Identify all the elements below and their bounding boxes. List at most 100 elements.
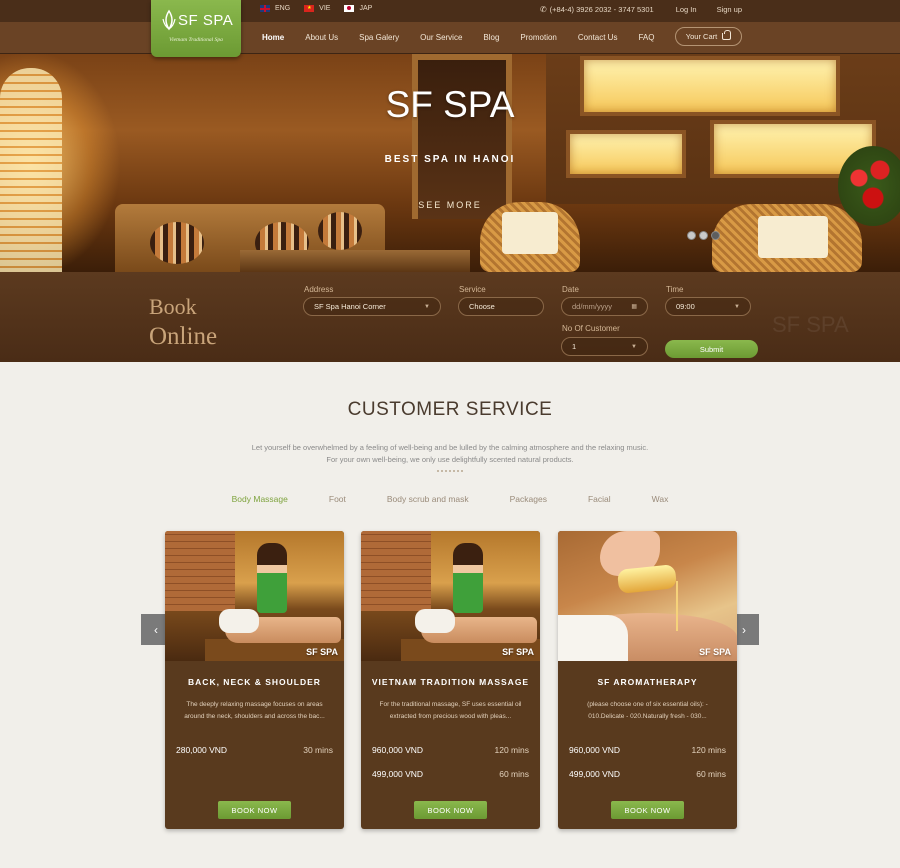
nav-faq[interactable]: FAQ bbox=[638, 33, 654, 42]
image-oil-bottle bbox=[616, 564, 678, 594]
card-title: VIETNAM TRADITION MASSAGE bbox=[371, 677, 530, 687]
duration: 60 mins bbox=[696, 769, 726, 779]
lotus-logo-icon bbox=[162, 9, 176, 31]
chevron-down-icon: ▼ bbox=[631, 343, 637, 350]
top-right-links: ✆ (+84-4) 3926 2032 - 3747 5301 Log In Si… bbox=[540, 5, 742, 14]
tab-wax[interactable]: Wax bbox=[652, 494, 669, 504]
nav-spa-galery[interactable]: Spa Galery bbox=[359, 33, 399, 42]
book-now-button[interactable]: BOOK NOW bbox=[414, 801, 487, 819]
duration: 120 mins bbox=[494, 745, 530, 755]
tab-facial[interactable]: Facial bbox=[588, 494, 611, 504]
cushion-decoration bbox=[150, 222, 204, 264]
booking-watermark: SF SPA bbox=[772, 312, 849, 337]
cart-label: Your Cart bbox=[685, 32, 718, 41]
price: 960,000 VND bbox=[372, 745, 424, 755]
image-logo: SF SPA bbox=[699, 647, 731, 657]
booking-title-line1: Book bbox=[149, 294, 197, 319]
image-wall bbox=[165, 531, 235, 611]
brand-name: SF SPA bbox=[178, 12, 234, 29]
service-label: Service bbox=[459, 285, 486, 294]
time-label: Time bbox=[666, 285, 684, 294]
address-select[interactable]: SF Spa Hanoi Corner ▼ bbox=[303, 297, 441, 316]
language-switcher: ENG VIE JAP bbox=[260, 5, 372, 12]
image-therapist bbox=[257, 543, 287, 613]
image-oil-stream bbox=[676, 581, 678, 631]
language-label: ENG bbox=[275, 5, 291, 12]
service-select[interactable]: Choose bbox=[458, 297, 544, 316]
slider-dot-active[interactable] bbox=[711, 231, 720, 240]
slider-dot[interactable] bbox=[687, 231, 696, 240]
main-nav: Home About Us Spa Galery Our Service Blo… bbox=[262, 33, 675, 42]
signup-link[interactable]: Sign up bbox=[717, 5, 742, 14]
book-now-button[interactable]: BOOK NOW bbox=[218, 801, 291, 819]
top-bar bbox=[0, 0, 900, 22]
japan-flag-icon bbox=[344, 5, 355, 12]
image-therapist bbox=[453, 543, 483, 613]
tab-packages[interactable]: Packages bbox=[510, 494, 547, 504]
price: 280,000 VND bbox=[176, 745, 228, 755]
price: 960,000 VND bbox=[569, 745, 621, 755]
card-title: BACK, NECK & SHOULDER bbox=[188, 677, 321, 687]
nav-promotion[interactable]: Promotion bbox=[520, 33, 556, 42]
card-title: SF AROMATHERAPY bbox=[597, 677, 698, 687]
slider-dot[interactable] bbox=[699, 231, 708, 240]
nav-about-us[interactable]: About Us bbox=[305, 33, 338, 42]
logo[interactable]: SF SPA Vietnam Traditional Spa bbox=[151, 0, 241, 57]
card-description: The deeply relaxing massage focuses on a… bbox=[184, 701, 325, 720]
service-card: SF SPA SF AROMATHERAPY (please choose on… bbox=[558, 531, 737, 829]
language-eng[interactable]: ENG bbox=[260, 5, 290, 12]
nav-blog[interactable]: Blog bbox=[483, 33, 499, 42]
door-decoration bbox=[412, 54, 512, 219]
language-jap[interactable]: JAP bbox=[344, 5, 372, 12]
see-more-link[interactable]: SEE MORE bbox=[0, 200, 900, 210]
duration: 120 mins bbox=[691, 745, 727, 755]
section-description: Let yourself be overwhelmed by a feeling… bbox=[0, 442, 900, 466]
price: 499,000 VND bbox=[569, 769, 621, 779]
chevron-left-icon: ‹ bbox=[154, 622, 158, 637]
table-decoration bbox=[240, 250, 470, 272]
brand-tagline: Vietnam Traditional Spa bbox=[169, 37, 223, 43]
address-label: Address bbox=[304, 285, 334, 294]
service-image: SF SPA bbox=[558, 531, 737, 661]
card-description: For the traditional massage, SF uses ess… bbox=[379, 701, 522, 720]
price: 499,000 VND bbox=[372, 769, 424, 779]
hero-title: SF SPA bbox=[385, 84, 515, 125]
image-logo: SF SPA bbox=[502, 647, 534, 657]
service-card: SF SPA BACK, NECK & SHOULDER The deeply … bbox=[165, 531, 344, 829]
image-wall bbox=[361, 531, 431, 611]
nav-home[interactable]: Home bbox=[262, 33, 284, 42]
price-row: 960,000 VND 120 mins bbox=[569, 745, 726, 755]
date-input[interactable]: dd/mm/yyyy ▦ bbox=[561, 297, 648, 316]
price-row: 499,000 VND 60 mins bbox=[372, 769, 529, 779]
customers-select[interactable]: 1 ▼ bbox=[561, 337, 648, 356]
service-value: Choose bbox=[469, 302, 495, 311]
nav-contact-us[interactable]: Contact Us bbox=[578, 33, 618, 42]
phone-info: ✆ (+84-4) 3926 2032 - 3747 5301 bbox=[540, 5, 654, 14]
phone-icon: ✆ bbox=[539, 5, 547, 14]
book-now-button[interactable]: BOOK NOW bbox=[611, 801, 684, 819]
calendar-icon: ▦ bbox=[631, 304, 637, 310]
image-logo: SF SPA bbox=[306, 647, 338, 657]
cart-button[interactable]: Your Cart bbox=[675, 27, 742, 46]
submit-button[interactable]: Submit bbox=[665, 340, 758, 358]
date-placeholder: dd/mm/yyyy bbox=[572, 302, 613, 311]
time-select[interactable]: 09:00 ▼ bbox=[665, 297, 751, 316]
booking-title-line2: Online bbox=[149, 323, 218, 350]
duration: 60 mins bbox=[499, 769, 529, 779]
tab-body-massage[interactable]: Body Massage bbox=[232, 494, 288, 504]
image-towel bbox=[558, 615, 628, 661]
phone-number: (+84-4) 3926 2032 - 3747 5301 bbox=[549, 5, 654, 14]
booking-panel: Book Online SF SPA bbox=[0, 272, 900, 362]
customers-value: 1 bbox=[572, 342, 577, 351]
duration: 30 mins bbox=[303, 745, 333, 755]
service-tabs: Body Massage Foot Body scrub and mask Pa… bbox=[0, 494, 900, 504]
language-vie[interactable]: VIE bbox=[304, 5, 330, 12]
chevron-down-icon: ▼ bbox=[734, 303, 740, 310]
nav-our-service[interactable]: Our Service bbox=[420, 33, 462, 42]
tab-body-scrub-and-mask[interactable]: Body scrub and mask bbox=[387, 494, 469, 504]
tab-foot[interactable]: Foot bbox=[329, 494, 346, 504]
service-card: SF SPA VIETNAM TRADITION MASSAGE For the… bbox=[361, 531, 540, 829]
address-value: SF Spa Hanoi Corner bbox=[314, 302, 386, 311]
customers-label: No Of Customer bbox=[562, 324, 620, 333]
login-link[interactable]: Log In bbox=[676, 5, 697, 14]
